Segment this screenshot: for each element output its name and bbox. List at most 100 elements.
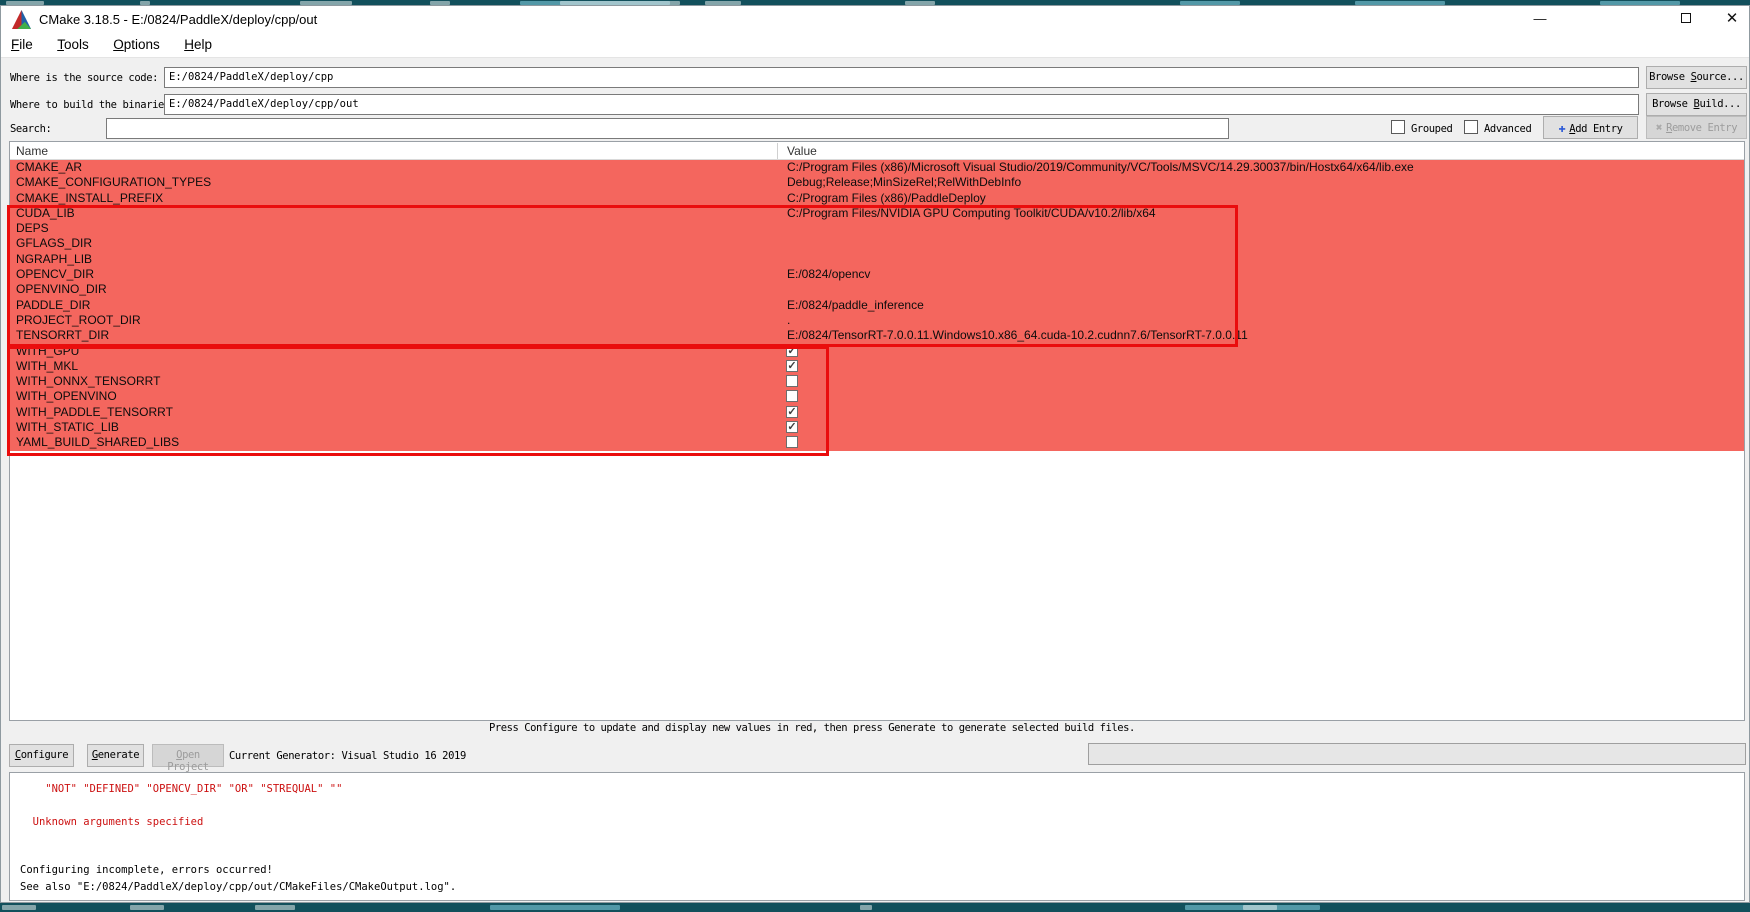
- cache-entry-name: WITH_GPU: [16, 344, 79, 359]
- column-header-name[interactable]: Name: [16, 142, 48, 158]
- output-line: Configuring incomplete, errors occurred!: [20, 862, 1744, 878]
- menu-help[interactable]: Help: [174, 33, 222, 52]
- add-entry-button[interactable]: ✚ Add Entry: [1543, 116, 1638, 139]
- cache-entry-name: WITH_MKL: [16, 359, 78, 374]
- menu-file[interactable]: File: [1, 33, 43, 52]
- window-title: CMake 3.18.5 - E:/0824/PaddleX/deploy/cp…: [39, 12, 317, 27]
- browse-source-button[interactable]: Browse Source...: [1646, 66, 1747, 89]
- advanced-label: Advanced: [1484, 123, 1531, 135]
- configure-hint-text: Press Configure to update and display ne…: [489, 722, 1135, 734]
- table-row[interactable]: WITH_ONNX_TENSORRT: [10, 374, 1744, 389]
- table-row[interactable]: WITH_GPU ✓: [10, 344, 1744, 359]
- minimize-button[interactable]: —: [1517, 6, 1563, 33]
- table-row[interactable]: CMAKE_CONFIGURATION_TYPES Debug;Release;M…: [10, 175, 1744, 190]
- cache-entry-name: WITH_OPENVINO: [16, 389, 117, 404]
- cmake-logo-icon: [11, 9, 32, 30]
- output-line: [20, 846, 1744, 862]
- column-divider[interactable]: [777, 143, 778, 159]
- value-checkbox-checked[interactable]: ✓: [786, 421, 798, 433]
- output-line: [20, 797, 1744, 813]
- open-project-button[interactable]: Open Project: [152, 744, 224, 767]
- source-code-label: Where is the source code:: [10, 72, 158, 84]
- table-row[interactable]: WITH_OPENVINO: [10, 389, 1744, 404]
- grouped-checkbox[interactable]: [1391, 120, 1405, 134]
- table-row[interactable]: GFLAGS_DIR: [10, 236, 1744, 251]
- value-checkbox-checked[interactable]: ✓: [786, 345, 798, 357]
- remove-icon: ✖: [1656, 121, 1662, 134]
- cache-entry-name: CMAKE_CONFIGURATION_TYPES: [16, 175, 211, 190]
- cache-entry-value[interactable]: Debug;Release;MinSizeRel;RelWithDebInfo: [777, 175, 1737, 190]
- value-checkbox-checked[interactable]: ✓: [786, 406, 798, 418]
- output-error-line: Unknown arguments specified: [20, 814, 1744, 830]
- output-line: See also "E:/0824/PaddleX/deploy/cpp/out…: [20, 879, 1744, 895]
- cache-entry-name: CMAKE_INSTALL_PREFIX: [16, 191, 163, 206]
- menu-tools[interactable]: Tools: [47, 33, 99, 52]
- build-binaries-label: Where to build the binaries:: [10, 99, 176, 111]
- cache-entry-name: WITH_PADDLE_TENSORRT: [16, 405, 173, 420]
- cache-entry-value[interactable]: C:/Program Files (x86)/PaddleDeploy: [777, 191, 1737, 206]
- cache-entry-name: OPENCV_DIR: [16, 267, 94, 282]
- cache-table: Name Value CMAKE_AR C:/Program Files (x86…: [9, 141, 1745, 721]
- add-entry-label: Add Entry: [1569, 123, 1622, 135]
- grouped-label: Grouped: [1411, 123, 1452, 135]
- table-row[interactable]: OPENCV_DIR E:/0824/opencv: [10, 267, 1744, 282]
- table-row[interactable]: OPENVINO_DIR: [10, 282, 1744, 297]
- search-label: Search:: [10, 123, 51, 135]
- maximize-button[interactable]: [1663, 6, 1709, 33]
- output-log[interactable]: "NOT" "DEFINED" "OPENCV_DIR" "OR" "STREQ…: [9, 772, 1745, 901]
- build-path-combobox[interactable]: E:/0824/PaddleX/deploy/cpp/out: [164, 94, 1639, 115]
- maximize-icon: [1681, 13, 1691, 23]
- output-error-line: "NOT" "DEFINED" "OPENCV_DIR" "OR" "STREQ…: [20, 781, 1744, 797]
- cache-table-header: Name Value: [10, 142, 1744, 160]
- cache-entry-value[interactable]: E:/0824/TensorRT-7.0.0.11.Windows10.x86_…: [777, 328, 1737, 343]
- cache-entry-value[interactable]: C:/Program Files/NVIDIA GPU Computing To…: [777, 206, 1737, 221]
- value-checkbox-checked[interactable]: ✓: [786, 360, 798, 372]
- configure-button[interactable]: Configure: [9, 744, 74, 767]
- cache-entry-name: WITH_STATIC_LIB: [16, 420, 119, 435]
- generate-button[interactable]: Generate: [87, 744, 144, 767]
- table-row[interactable]: CMAKE_INSTALL_PREFIX C:/Program Files (x8…: [10, 191, 1744, 206]
- menu-options[interactable]: Options: [103, 33, 170, 52]
- progress-bar: [1088, 743, 1746, 765]
- remove-entry-label: Remove Entry: [1666, 122, 1737, 134]
- cache-entry-name: DEPS: [16, 221, 49, 236]
- cache-entry-value[interactable]: C:/Program Files (x86)/Microsoft Visual …: [777, 160, 1737, 175]
- cache-entry-name: CUDA_LIB: [16, 206, 75, 221]
- background-window-strip-bottom: [0, 903, 1750, 912]
- cache-entry-name: OPENVINO_DIR: [16, 282, 107, 297]
- advanced-checkbox[interactable]: [1464, 120, 1478, 134]
- table-row[interactable]: WITH_STATIC_LIB ✓: [10, 420, 1744, 435]
- table-row[interactable]: CMAKE_AR C:/Program Files (x86)/Microsoft…: [10, 160, 1744, 175]
- cache-entry-value[interactable]: .: [777, 313, 1737, 328]
- cache-entry-name: PROJECT_ROOT_DIR: [16, 313, 141, 328]
- remove-entry-button[interactable]: ✖ Remove Entry: [1646, 116, 1747, 139]
- table-row[interactable]: TENSORRT_DIRE:/0824/TensorRT-7.0.0.11.Wi…: [10, 328, 1744, 343]
- table-row[interactable]: WITH_MKL ✓: [10, 359, 1744, 374]
- table-row[interactable]: PROJECT_ROOT_DIR.: [10, 313, 1744, 328]
- cache-entry-name: YAML_BUILD_SHARED_LIBS: [16, 435, 179, 450]
- cache-entry-value[interactable]: E:/0824/opencv: [777, 267, 1737, 282]
- table-row[interactable]: YAML_BUILD_SHARED_LIBS: [10, 435, 1744, 450]
- table-row[interactable]: WITH_PADDLE_TENSORRT ✓: [10, 405, 1744, 420]
- close-button[interactable]: ✕: [1709, 6, 1750, 33]
- cache-entry-name: CMAKE_AR: [16, 160, 82, 175]
- table-row[interactable]: PADDLE_DIR E:/0824/paddle_inference: [10, 298, 1744, 313]
- cache-entry-name: PADDLE_DIR: [16, 298, 90, 313]
- cache-entry-value[interactable]: E:/0824/paddle_inference: [777, 298, 1737, 313]
- add-icon: ✚: [1558, 121, 1565, 135]
- title-bar: CMake 3.18.5 - E:/0824/PaddleX/deploy/cp…: [1, 6, 1749, 33]
- cache-entry-name: GFLAGS_DIR: [16, 236, 92, 251]
- cache-table-body: CMAKE_AR C:/Program Files (x86)/Microsoft…: [10, 160, 1744, 451]
- table-row[interactable]: NGRAPH_LIB: [10, 252, 1744, 267]
- table-row[interactable]: DEPS: [10, 221, 1744, 236]
- value-checkbox-unchecked[interactable]: [786, 436, 798, 448]
- search-input[interactable]: [106, 118, 1229, 139]
- value-checkbox-unchecked[interactable]: [786, 375, 798, 387]
- table-row[interactable]: CUDA_LIB C:/Program Files/NVIDIA GPU Comp…: [10, 206, 1744, 221]
- browse-build-button[interactable]: Browse Build...: [1646, 93, 1747, 116]
- source-path-input[interactable]: E:/0824/PaddleX/deploy/cpp: [164, 67, 1639, 88]
- column-header-value[interactable]: Value: [787, 142, 817, 158]
- value-checkbox-unchecked[interactable]: [786, 390, 798, 402]
- current-generator-label: Current Generator: Visual Studio 16 2019: [229, 750, 466, 762]
- output-line: [20, 830, 1744, 846]
